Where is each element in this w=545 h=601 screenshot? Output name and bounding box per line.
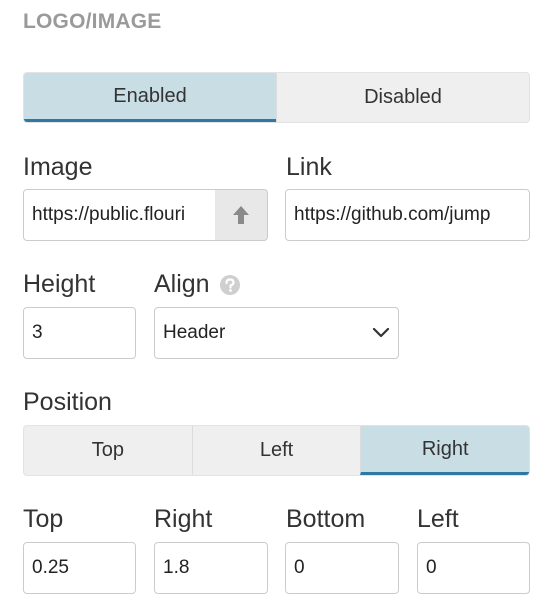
disabled-option[interactable]: Disabled (276, 73, 529, 122)
margin-bottom-label: Bottom (286, 505, 366, 533)
enabled-option[interactable]: Enabled (24, 73, 276, 122)
upload-arrow-icon (233, 206, 249, 224)
align-selected-value: Header (163, 322, 226, 343)
link-label: Link (286, 153, 332, 181)
margin-right-label: Right (154, 505, 213, 533)
image-url-field[interactable]: https://public.flouri (23, 189, 216, 241)
position-label: Position (23, 388, 112, 416)
align-select[interactable]: Header (154, 307, 399, 359)
margin-bottom-value: 0 (294, 557, 305, 578)
link-field[interactable]: https://github.com/jump (285, 189, 530, 241)
section-title: LOGO/IMAGE (23, 10, 162, 33)
help-icon[interactable] (219, 274, 241, 296)
enabled-toggle: Enabled Disabled (23, 72, 530, 123)
position-right-option[interactable]: Right (360, 426, 529, 475)
margin-right-value: 1.8 (163, 557, 190, 578)
position-top-option[interactable]: Top (24, 426, 192, 475)
margin-bottom-field[interactable]: 0 (285, 542, 399, 594)
link-value: https://github.com/jump (294, 204, 491, 225)
align-label: Align (154, 269, 241, 299)
margin-left-value: 0 (426, 557, 437, 578)
margin-top-label: Top (23, 505, 64, 533)
position-left-option[interactable]: Left (191, 426, 361, 475)
image-label: Image (23, 153, 93, 181)
image-url-value: https://public.flouri (32, 204, 186, 225)
logo-image-panel: LOGO/IMAGE Enabled Disabled Image https:… (0, 0, 545, 601)
image-upload-button[interactable] (215, 189, 268, 241)
height-value: 3 (32, 322, 43, 343)
height-label: Height (23, 270, 96, 298)
position-toggle: Top Left Right (23, 425, 530, 476)
margin-top-field[interactable]: 0.25 (23, 542, 136, 594)
height-field[interactable]: 3 (23, 307, 136, 359)
margin-left-label: Left (417, 505, 459, 533)
chevron-down-icon (372, 327, 390, 338)
margin-left-field[interactable]: 0 (417, 542, 530, 594)
align-label-text: Align (154, 270, 210, 298)
margin-right-field[interactable]: 1.8 (154, 542, 268, 594)
margin-top-value: 0.25 (32, 557, 69, 578)
